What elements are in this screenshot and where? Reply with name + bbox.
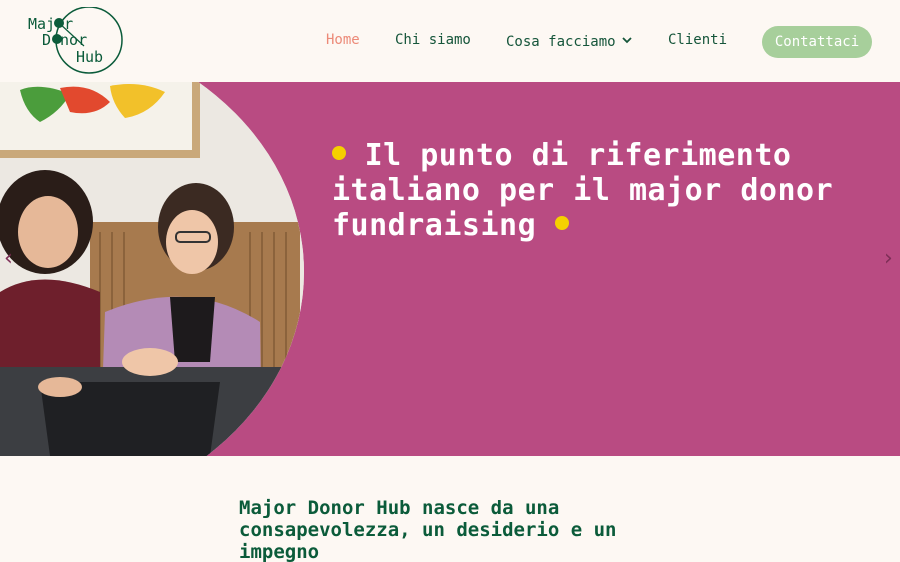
hero-title-text: Il punto di riferimento italiano per il … xyxy=(332,138,834,243)
nav-cosa-facciamo-link[interactable]: Cosa facciamo xyxy=(506,32,632,50)
nav-home-link[interactable]: Home xyxy=(326,32,360,48)
hero-slider: ‹ Il punto di riferimento italiano per i… xyxy=(0,82,900,456)
bullet-dot-icon xyxy=(554,216,569,230)
nav-clienti-link[interactable]: Clienti xyxy=(668,32,727,48)
logo[interactable]: Maj r Dnor Hub xyxy=(26,7,126,75)
site-header: Maj r Dnor Hub Home Chi siamo Cosa faccia… xyxy=(0,0,900,82)
contact-button[interactable]: Contattaci xyxy=(762,26,872,58)
chevron-down-icon xyxy=(621,32,632,48)
intro-heading: Major Donor Hub nasce da una consapevole… xyxy=(239,497,617,562)
hero-photo-illustration xyxy=(0,82,304,456)
arrow-left-icon[interactable]: ‹ xyxy=(4,246,13,271)
hero-title: Il punto di riferimento italiano per il … xyxy=(332,138,872,243)
nav-chi-siamo-link[interactable]: Chi siamo xyxy=(395,32,471,48)
arrow-right-icon[interactable]: › xyxy=(884,246,893,271)
logo-line-3: Hub xyxy=(76,48,104,66)
bullet-dot-icon xyxy=(332,146,346,160)
nav-cosa-facciamo-label: Cosa facciamo xyxy=(506,34,616,50)
hero-photo xyxy=(0,82,304,456)
logo-line-2: Dnor xyxy=(42,31,88,49)
